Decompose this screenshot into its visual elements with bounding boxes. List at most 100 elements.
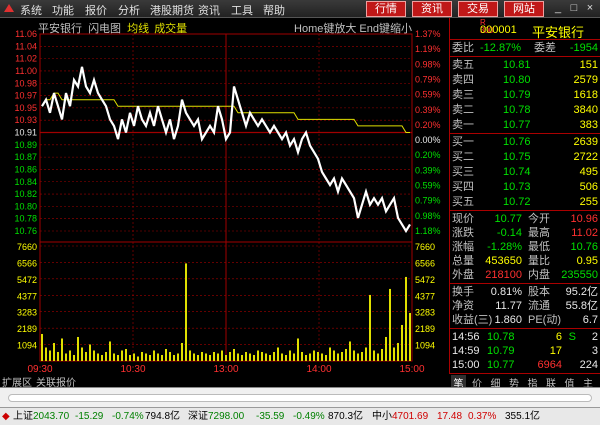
volume-bar xyxy=(193,353,195,361)
menu-function[interactable]: 功能 xyxy=(52,2,74,18)
bid-volume: 2722 xyxy=(573,151,598,163)
trade-button[interactable]: 交易 xyxy=(458,1,498,17)
index-status-bar: ◆ 上证 2043.70 -15.29 -0.74% 794.8亿 深证 729… xyxy=(0,407,600,425)
volume-bar xyxy=(201,351,203,361)
price-tick-label: 10.91 xyxy=(14,128,37,138)
pct-tick-label: 0.79% xyxy=(415,196,441,206)
news-button[interactable]: 资讯 xyxy=(412,1,452,17)
time-tick-label: 13:00 xyxy=(213,364,238,373)
website-button[interactable]: 网站 xyxy=(504,1,544,17)
menu-quote[interactable]: 报价 xyxy=(85,2,107,18)
volume-bar xyxy=(113,353,115,361)
maximize-icon[interactable]: □ xyxy=(568,2,580,14)
volume-bar xyxy=(233,348,235,361)
menu-news[interactable]: 资讯 xyxy=(198,2,220,18)
menu-help[interactable]: 帮助 xyxy=(263,2,285,18)
volume-bar xyxy=(305,354,307,361)
stat-value: 11.02 xyxy=(571,227,598,239)
tick-time: 14:59 xyxy=(452,345,480,357)
time-tick-label: 09:30 xyxy=(27,364,52,373)
stat2-label: 流通 xyxy=(528,300,550,312)
volume-bar xyxy=(57,351,59,361)
volume-bar xyxy=(297,338,299,361)
volume-bar xyxy=(321,353,323,361)
stat-label: 量比 xyxy=(528,255,550,267)
time-tick-label: 10:30 xyxy=(120,364,145,373)
bid-label: 买二 xyxy=(452,151,474,163)
ask-row: 卖三 10.79 1618 xyxy=(450,88,600,102)
stat2-row: 换手 0.81% 股本 95.2亿 xyxy=(450,285,600,299)
tick-volume: 6964 xyxy=(537,359,562,371)
ask-price: 10.77 xyxy=(503,119,531,131)
stat-label: 最低 xyxy=(528,241,550,253)
ask-row: 卖五 10.81 151 xyxy=(450,58,600,72)
sh-amount: 794.8亿 xyxy=(145,411,181,422)
bid-volume: 2639 xyxy=(573,136,598,148)
volume-bar xyxy=(101,354,103,361)
volume-bar xyxy=(249,353,251,361)
volume-bar xyxy=(285,354,287,361)
stat-row: 涨跌 -0.14 最高 11.02 xyxy=(450,226,600,240)
stat-value: -0.14 xyxy=(496,227,522,239)
chart-bottom-tabs: 扩展区 关联报价 xyxy=(0,373,448,389)
stock-code: 000001 xyxy=(480,24,517,36)
menu-system[interactable]: 系统 xyxy=(20,2,42,18)
volume-bar xyxy=(317,351,319,361)
close-icon[interactable]: × xyxy=(584,2,596,14)
volume-bar xyxy=(217,353,219,361)
menu-bar: 系统 功能 报价 分析 港股期货 资讯 工具 帮助 行情 资讯 交易 网站 _ … xyxy=(0,0,600,18)
volume-bar xyxy=(385,336,387,361)
volume-bar xyxy=(277,347,279,361)
scroll-track[interactable] xyxy=(8,394,592,402)
sz-value: 7298.00 xyxy=(208,411,245,422)
menu-hk-futures[interactable]: 港股期货 xyxy=(150,2,194,18)
ask-row: 卖二 10.78 3840 xyxy=(450,103,600,117)
volume-bar xyxy=(365,347,367,361)
sz-label: 深证 xyxy=(188,411,208,422)
stat-label: 今开 xyxy=(528,213,550,225)
intraday-chart[interactable]: 平安银行 闪电图 均线 成交量 Home键放大 End键缩小 11.06 11.0… xyxy=(0,18,448,373)
stat2-label: 股本 xyxy=(528,286,550,298)
minimize-icon[interactable]: _ xyxy=(552,2,564,14)
volume-tick-left: 4377 xyxy=(17,291,37,301)
pct-tick-label: 0.59% xyxy=(415,90,441,100)
pct-tick-label: 1.18% xyxy=(415,226,441,236)
volume-tick-right: 7660 xyxy=(415,242,435,252)
stat-row: 总量 453650 量比 0.95 xyxy=(450,254,600,268)
volume-bar xyxy=(81,347,83,361)
sh-percent: -0.74% xyxy=(112,411,144,422)
stat-value: 0.95 xyxy=(576,255,598,267)
quote-button[interactable]: 行情 xyxy=(366,1,406,17)
volume-bar xyxy=(369,294,371,361)
volume-bar xyxy=(265,353,267,361)
stat-value: 10.76 xyxy=(570,241,598,253)
volume-tick-right: 3283 xyxy=(415,308,435,318)
zx-percent: 0.37% xyxy=(468,411,497,422)
volume-bar xyxy=(405,276,407,361)
stat2-value: 55.8亿 xyxy=(565,300,598,312)
menu-tools[interactable]: 工具 xyxy=(231,2,253,18)
tick-time: 15:00 xyxy=(452,359,480,371)
bid-volume: 506 xyxy=(579,181,598,193)
tick-side: S xyxy=(568,331,576,343)
bid-row: 买五 10.72 255 xyxy=(450,195,600,209)
menu-analysis[interactable]: 分析 xyxy=(118,2,140,18)
pct-tick-label: 0.20% xyxy=(415,150,441,160)
volume-bar xyxy=(109,341,111,361)
volume-bar xyxy=(105,351,107,361)
price-tick-label: 10.89 xyxy=(14,140,37,150)
volume-bar xyxy=(65,353,67,361)
volume-bar xyxy=(97,353,99,361)
volume-tick-left: 6566 xyxy=(17,258,37,268)
price-tick-label: 11.02 xyxy=(15,54,37,64)
price-tick-label: 10.98 xyxy=(14,78,37,88)
price-tick-label: 10.86 xyxy=(14,164,37,174)
volume-tick-left: 3283 xyxy=(17,308,37,318)
volume-tick-right: 6566 xyxy=(415,258,435,268)
horizontal-scrollbar[interactable] xyxy=(0,387,600,407)
bid-volume: 255 xyxy=(579,196,598,208)
volume-bar xyxy=(133,353,135,361)
quote-header: R 300 000001 平安银行 xyxy=(450,18,600,40)
volume-bar xyxy=(197,354,199,361)
bid-price: 10.72 xyxy=(503,196,531,208)
